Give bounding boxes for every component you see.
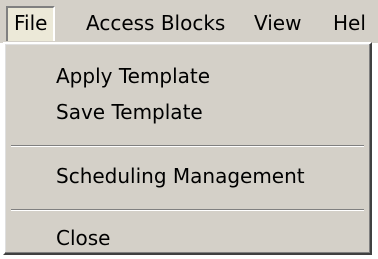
file-dropdown-menu: Apply Template Save Template Scheduling … bbox=[3, 42, 372, 255]
menu-bar: File Access Blocks View Hel bbox=[0, 0, 378, 43]
menu-file[interactable]: File bbox=[6, 6, 56, 41]
menu-help[interactable]: Hel bbox=[333, 8, 366, 38]
menu-access-blocks[interactable]: Access Blocks bbox=[86, 8, 225, 38]
menu-view[interactable]: View bbox=[254, 8, 301, 38]
menu-separator bbox=[11, 145, 364, 147]
menu-separator bbox=[11, 209, 364, 211]
application-window: File Access Blocks View Hel Apply Templa… bbox=[0, 0, 378, 259]
menu-item-close[interactable]: Close bbox=[56, 224, 110, 252]
menu-item-apply-template[interactable]: Apply Template bbox=[56, 62, 210, 90]
menu-item-save-template[interactable]: Save Template bbox=[56, 98, 203, 126]
menu-item-scheduling-management[interactable]: Scheduling Management bbox=[56, 162, 305, 190]
